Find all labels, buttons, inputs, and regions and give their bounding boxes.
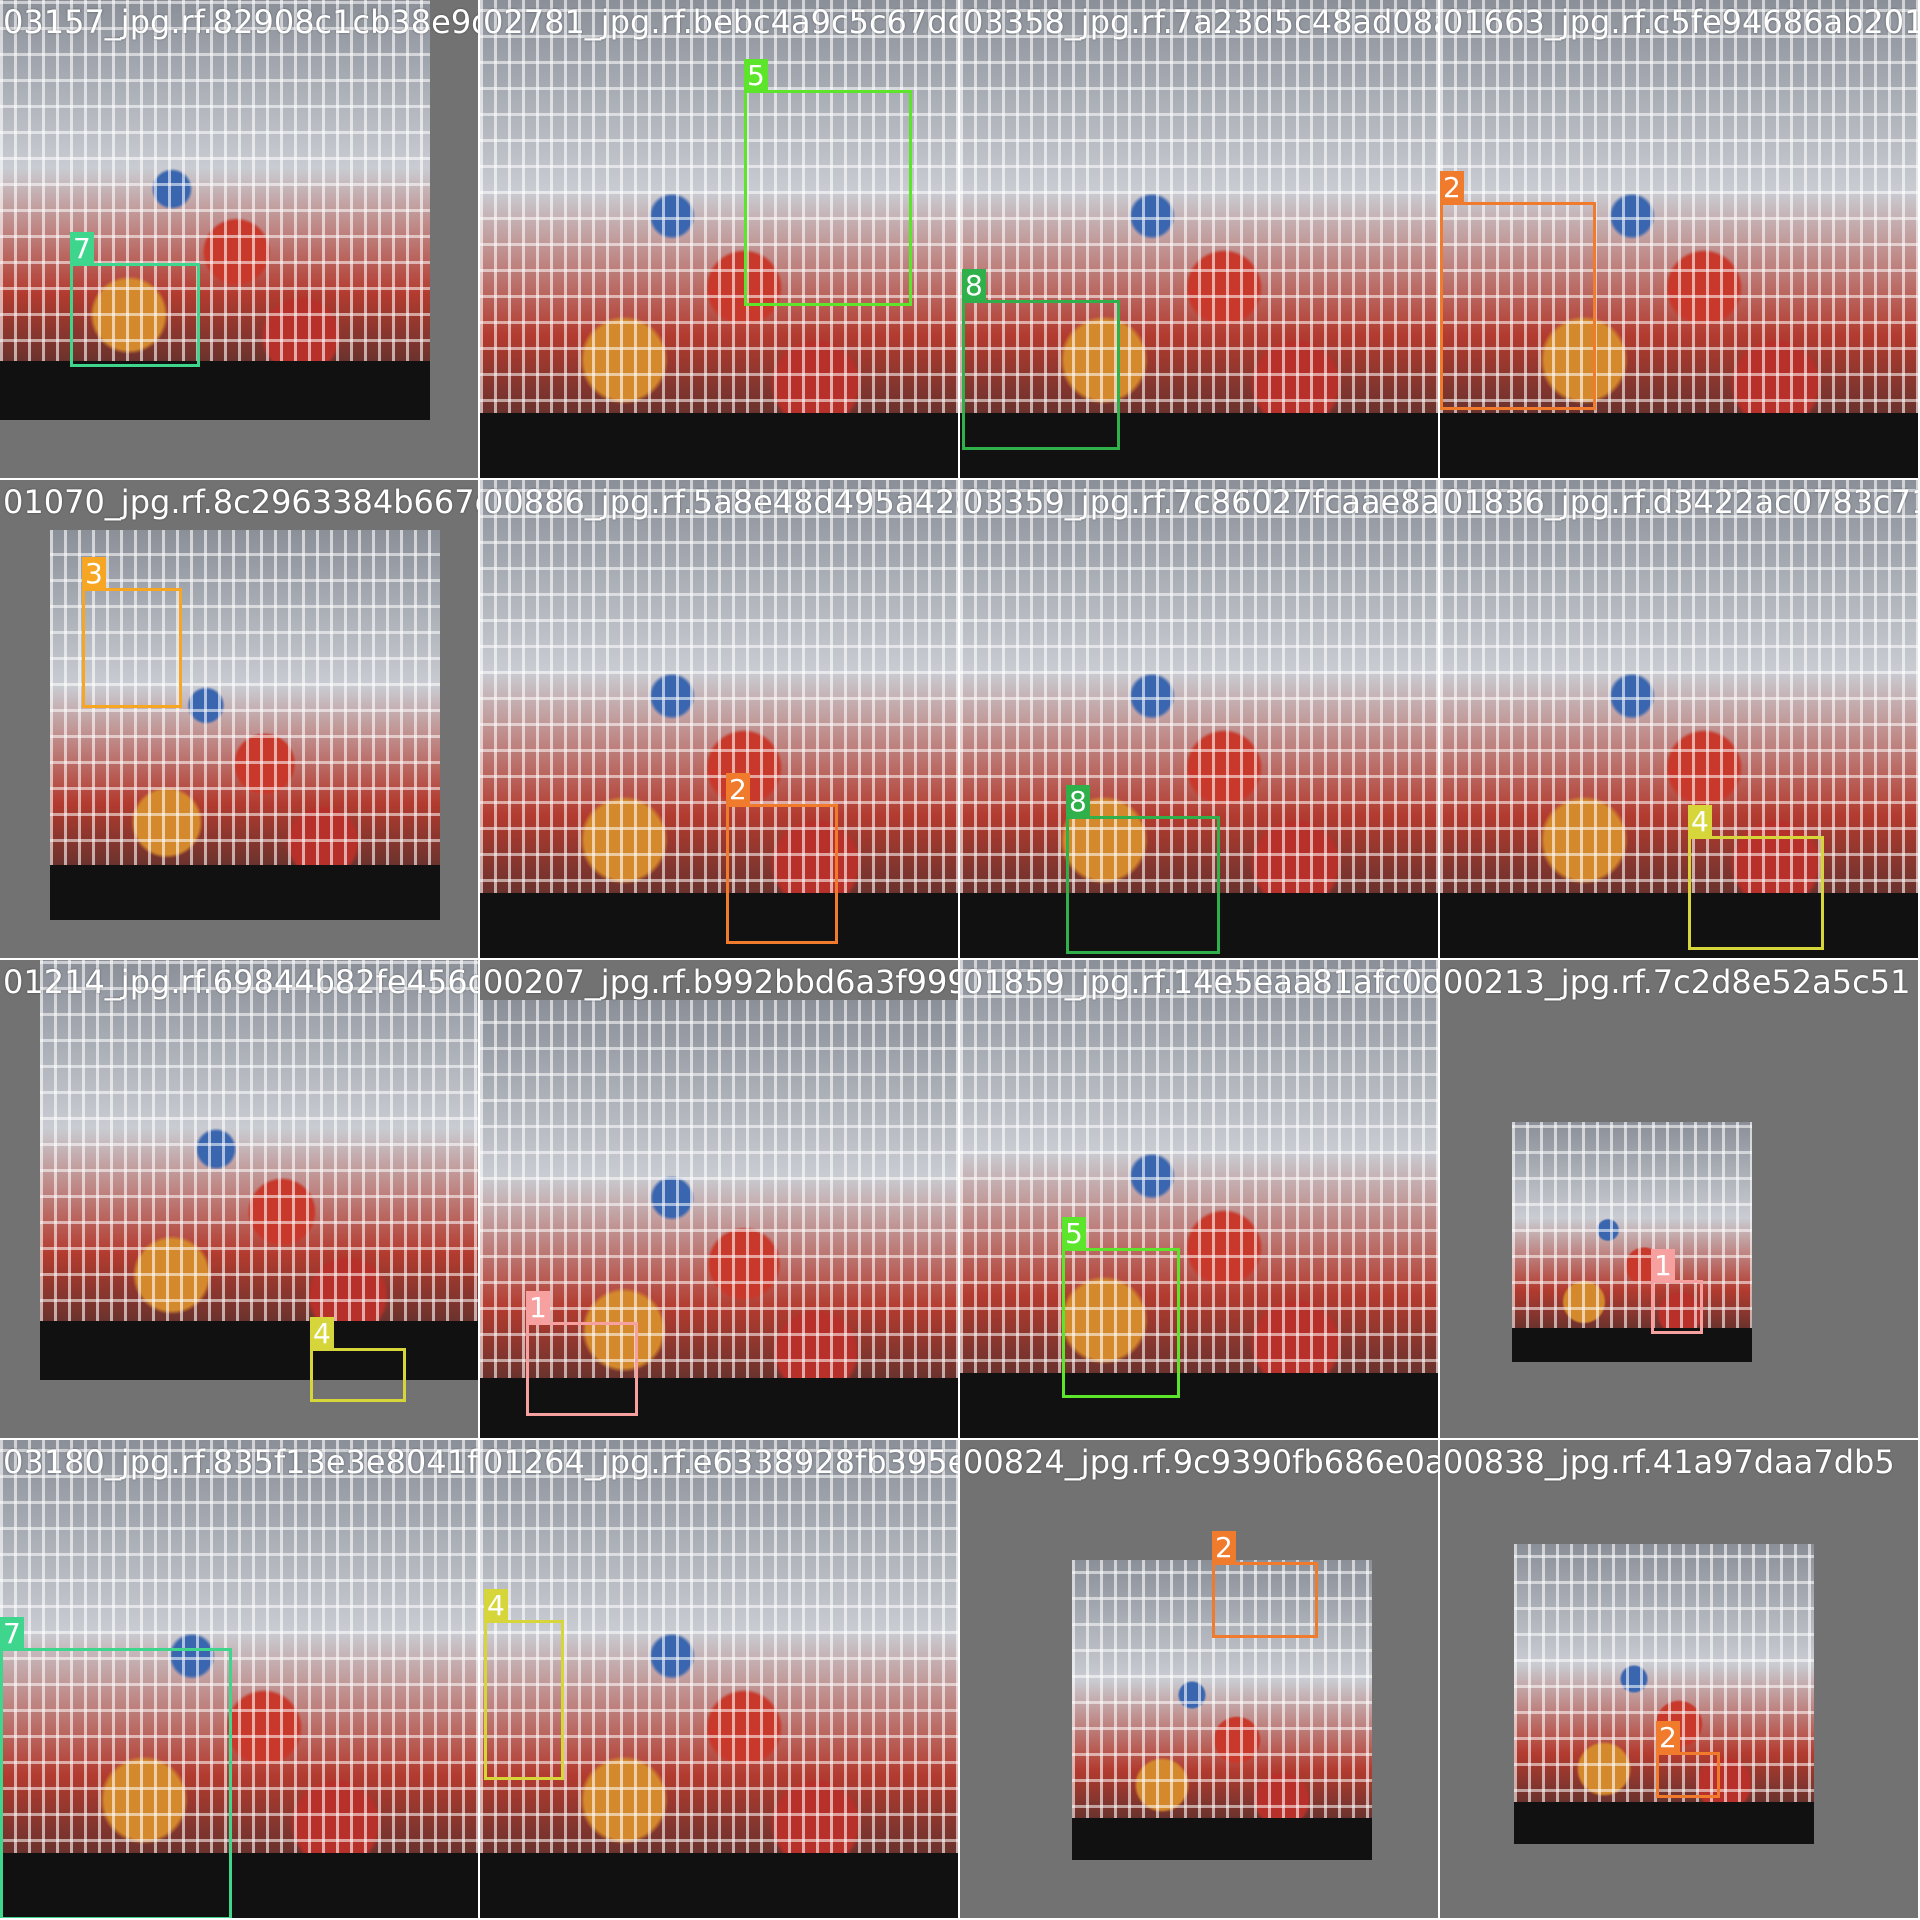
- tile-filename: 00207_jpg.rf.b992bbd6a3f9992d25: [483, 963, 958, 1001]
- bounding-box-class-label: 5: [1062, 1217, 1086, 1251]
- bounding-box: 8: [1066, 785, 1220, 954]
- bounding-box: 1: [1651, 1249, 1703, 1334]
- tile-filename: 00838_jpg.rf.41a97daa7db5: [1443, 1443, 1895, 1481]
- mosaic-tile: 2 00824_jpg.rf.9c9390fb686e0a28: [960, 1440, 1440, 1920]
- mosaic-tile: 4 01264_jpg.rf.e6338928fb395e7009: [480, 1440, 960, 1920]
- floor-shadow: [480, 412, 958, 478]
- tile-filename: 01264_jpg.rf.e6338928fb395e7009: [483, 1443, 960, 1481]
- mosaic-tile: 1 00207_jpg.rf.b992bbd6a3f9992d25: [480, 960, 960, 1440]
- freezer-photo: [480, 480, 958, 958]
- floor-shadow: [50, 865, 440, 920]
- bounding-box-class-label: 7: [0, 1617, 24, 1651]
- mosaic-tile: 2 00838_jpg.rf.41a97daa7db5: [1440, 1440, 1920, 1920]
- tile-filename: 01836_jpg.rf.d3422ac0783c715: [1443, 483, 1920, 521]
- mosaic-tile: 2 00886_jpg.rf.5a8e48d495a42d35: [480, 480, 960, 960]
- bounding-box: 7: [70, 232, 200, 367]
- mosaic-tile: 5 01859_jpg.rf.14e5eaa81afc0d21: [960, 960, 1440, 1440]
- mosaic-tile: 5 02781_jpg.rf.bebc4a9c5c67dc9d33: [480, 0, 960, 480]
- freezer-photo: [1512, 1122, 1752, 1362]
- floor-shadow: [960, 1372, 1438, 1438]
- bounding-box-class-label: 1: [1651, 1249, 1675, 1283]
- freezer-photo: [1440, 480, 1918, 958]
- bounding-box: 4: [484, 1589, 564, 1780]
- bounding-box-class-label: 1: [526, 1291, 550, 1325]
- tile-filename: 00824_jpg.rf.9c9390fb686e0a28: [963, 1443, 1440, 1481]
- tile-filename: 03180_jpg.rf.835f13e3e8041f34f: [3, 1443, 480, 1481]
- bounding-box: 8: [962, 269, 1120, 450]
- floor-shadow: [1514, 1802, 1814, 1844]
- mosaic-tile: 1 00213_jpg.rf.7c2d8e52a5c51: [1440, 960, 1920, 1440]
- tile-filename: 01214_jpg.rf.69844b82fe456d7818: [3, 963, 480, 1001]
- bounding-box-class-label: 8: [1066, 785, 1090, 819]
- bounding-box: 2: [1212, 1531, 1318, 1638]
- bounding-box-class-label: 4: [484, 1589, 508, 1623]
- mosaic-tile: 7 03157_jpg.rf.82908c1cb38e9d788: [0, 0, 480, 480]
- floor-shadow: [40, 1321, 478, 1380]
- annotated-image-mosaic: 7 03157_jpg.rf.82908c1cb38e9d788 5 02781_jp…: [0, 0, 1920, 1920]
- bounding-box-class-label: 4: [1688, 805, 1712, 839]
- floor-shadow: [0, 361, 430, 420]
- bounding-box: 1: [526, 1291, 638, 1416]
- mosaic-tile: 8 03358_jpg.rf.7a23d5c48ad08a0892: [960, 0, 1440, 480]
- bounding-box-class-label: 8: [962, 269, 986, 303]
- bounding-box-class-label: 3: [82, 557, 106, 591]
- mosaic-tile: 8 03359_jpg.rf.7c86027fcaae8a483: [960, 480, 1440, 960]
- floor-shadow: [1440, 892, 1918, 958]
- tile-filename: 03157_jpg.rf.82908c1cb38e9d788: [3, 3, 478, 41]
- bounding-box: 2: [1656, 1721, 1720, 1798]
- bounding-box-class-label: 5: [744, 59, 768, 93]
- bounding-box: 5: [744, 59, 912, 306]
- freezer-photo: [40, 960, 478, 1380]
- floor-shadow: [1440, 412, 1918, 478]
- floor-shadow: [1072, 1818, 1372, 1860]
- tile-filename: 01859_jpg.rf.14e5eaa81afc0d21: [963, 963, 1440, 1001]
- bounding-box: 7: [0, 1617, 232, 1918]
- bounding-box: 5: [1062, 1217, 1180, 1398]
- bounding-box-class-label: 4: [310, 1317, 334, 1351]
- tile-filename: 00213_jpg.rf.7c2d8e52a5c51: [1443, 963, 1911, 1001]
- mosaic-tile: 2 01663_jpg.rf.c5fe94686ab2012: [1440, 0, 1920, 480]
- bounding-box: 2: [726, 773, 838, 944]
- floor-shadow: [1512, 1328, 1752, 1362]
- tile-filename: 03359_jpg.rf.7c86027fcaae8a483: [963, 483, 1440, 521]
- tile-filename: 00886_jpg.rf.5a8e48d495a42d35: [483, 483, 958, 521]
- floor-shadow: [480, 892, 958, 958]
- bounding-box-class-label: 2: [726, 773, 750, 807]
- bounding-box: 3: [82, 557, 182, 708]
- bounding-box: 2: [1440, 171, 1596, 410]
- floor-shadow: [480, 1852, 958, 1918]
- tile-filename: 01663_jpg.rf.c5fe94686ab2012: [1443, 3, 1920, 41]
- tile-filename: 01070_jpg.rf.8c2963384b667d9e8: [3, 483, 478, 521]
- bounding-box-class-label: 2: [1440, 171, 1464, 205]
- mosaic-tile: 7 03180_jpg.rf.835f13e3e8041f34f: [0, 1440, 480, 1920]
- mosaic-tile: 4 01836_jpg.rf.d3422ac0783c715: [1440, 480, 1920, 960]
- tile-filename: 03358_jpg.rf.7a23d5c48ad08a0892: [963, 3, 1438, 41]
- tile-filename: 02781_jpg.rf.bebc4a9c5c67dc9d33: [483, 3, 960, 41]
- freezer-photo: [1514, 1544, 1814, 1844]
- bounding-box: 4: [1688, 805, 1824, 950]
- mosaic-tile: 4 01214_jpg.rf.69844b82fe456d7818: [0, 960, 480, 1440]
- bounding-box-class-label: 7: [70, 232, 94, 266]
- bounding-box-class-label: 2: [1656, 1721, 1680, 1755]
- freezer-photo: [0, 0, 430, 420]
- freezer-photo: [960, 960, 1438, 1438]
- bounding-box-class-label: 2: [1212, 1531, 1236, 1565]
- mosaic-tile: 3 01070_jpg.rf.8c2963384b667d9e8: [0, 480, 480, 960]
- bounding-box: 4: [310, 1317, 406, 1402]
